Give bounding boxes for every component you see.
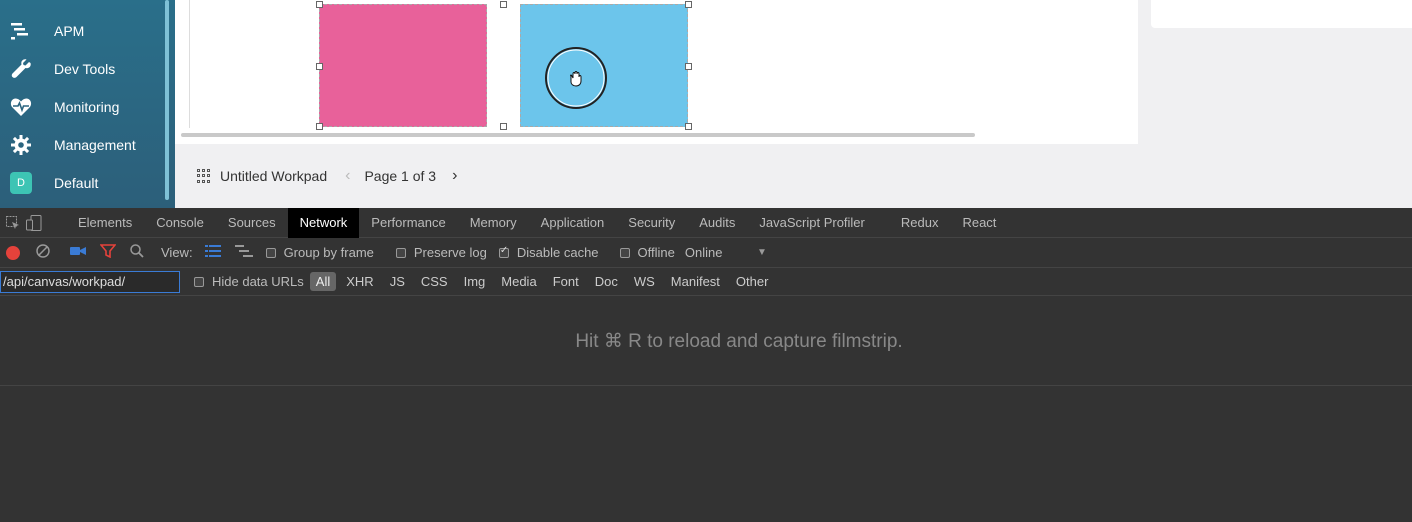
- tab-sources[interactable]: Sources: [216, 208, 288, 238]
- tab-react[interactable]: React: [950, 208, 1008, 238]
- space-avatar-letter: D: [10, 172, 32, 194]
- chevron-down-icon: ▼: [756, 247, 767, 258]
- devtools-panel: Elements Console Sources Network Perform…: [0, 207, 1412, 522]
- checkbox-icon: [619, 247, 630, 258]
- apm-icon: [10, 20, 32, 42]
- offline-checkbox[interactable]: Offline: [619, 245, 675, 260]
- sidebar-panel: [1151, 0, 1412, 28]
- filter-doc[interactable]: Doc: [589, 272, 624, 291]
- record-icon[interactable]: [6, 245, 20, 260]
- resize-handle[interactable]: [500, 123, 507, 130]
- large-rows-icon[interactable]: [204, 245, 221, 260]
- filter-xhr[interactable]: XHR: [340, 272, 379, 291]
- filter-other[interactable]: Other: [730, 272, 775, 291]
- checkbox-checked-icon: [498, 245, 509, 258]
- filter-ws[interactable]: WS: [628, 272, 661, 291]
- offline-label: Offline: [637, 245, 675, 260]
- previous-page-button[interactable]: ‹: [345, 167, 350, 185]
- filter-js[interactable]: JS: [384, 272, 411, 291]
- resize-handle[interactable]: [316, 123, 323, 130]
- filter-font[interactable]: Font: [547, 272, 585, 291]
- sidebar-item-label: Dev Tools: [54, 61, 116, 77]
- filter-img[interactable]: Img: [458, 272, 492, 291]
- tab-redux[interactable]: Redux: [889, 208, 951, 238]
- resize-handle[interactable]: [316, 1, 323, 8]
- filter-manifest[interactable]: Manifest: [665, 272, 726, 291]
- gear-icon: [10, 134, 32, 156]
- sidebar-item-label: Monitoring: [54, 99, 120, 115]
- page-indicator: Page 1 of 3: [364, 168, 437, 184]
- sidebar-item-default-space[interactable]: D Default: [0, 165, 165, 201]
- clear-icon[interactable]: [36, 244, 50, 261]
- tab-javascript-profiler[interactable]: JavaScript Profiler: [747, 208, 876, 238]
- search-icon[interactable]: [130, 244, 144, 261]
- workpad-footer: Untitled Workpad ‹ Page 1 of 3 ›: [175, 144, 1412, 208]
- sidebar: APM Dev Tools Monitoring Management D De…: [0, 0, 175, 208]
- checkbox-icon: [194, 276, 204, 287]
- group-by-frame-checkbox[interactable]: Group by frame: [265, 245, 374, 260]
- disable-cache-label: Disable cache: [516, 245, 599, 260]
- disable-cache-checkbox[interactable]: Disable cache: [498, 245, 599, 260]
- grab-cursor-icon: [545, 47, 607, 109]
- sidebar-item-dev-tools[interactable]: Dev Tools: [0, 51, 165, 87]
- filter-css[interactable]: CSS: [415, 272, 454, 291]
- sidebar-item-label: Management: [54, 137, 136, 153]
- tab-network[interactable]: Network: [287, 207, 360, 238]
- resize-handle[interactable]: [685, 1, 692, 8]
- sidebar-item-label: APM: [54, 23, 85, 39]
- hide-data-urls-label: Hide data URLs: [212, 274, 304, 289]
- filter-icon[interactable]: [99, 244, 117, 261]
- sidebar-scrollbar[interactable]: [165, 0, 169, 200]
- waterfall-icon[interactable]: [234, 245, 253, 260]
- throttling-value: Online: [684, 245, 723, 260]
- heartbeat-icon: [10, 96, 32, 118]
- device-toolbar-icon[interactable]: [26, 208, 56, 238]
- sidebar-item-management[interactable]: Management: [0, 127, 165, 163]
- throttling-select[interactable]: Online ▼: [685, 245, 767, 260]
- filter-media[interactable]: Media: [495, 272, 542, 291]
- sidebar-item-apm[interactable]: APM: [0, 13, 165, 49]
- filmstrip-hint-text: Hit ⌘ R to reload and capture filmstrip.: [575, 330, 903, 352]
- hide-data-urls-checkbox[interactable]: Hide data URLs: [194, 274, 304, 289]
- network-filter-bar: /api/canvas/workpad/ Hide data URLs All …: [0, 268, 1412, 296]
- view-label: View:: [161, 245, 193, 260]
- pink-rectangle[interactable]: [316, 1, 507, 130]
- kibana-app: APM Dev Tools Monitoring Management D De…: [0, 0, 1412, 208]
- tab-memory[interactable]: Memory: [458, 208, 529, 238]
- tab-performance[interactable]: Performance: [359, 208, 457, 238]
- group-by-frame-label: Group by frame: [283, 245, 374, 260]
- network-toolbar: View: Group by frame Preserve log Disabl…: [0, 238, 1412, 268]
- canvas-page[interactable]: [189, 0, 1138, 130]
- checkbox-icon: [265, 247, 276, 258]
- filmstrip-hint: Hit ⌘ R to reload and capture filmstrip.: [0, 297, 1412, 386]
- blue-rectangle[interactable]: [520, 1, 692, 130]
- resource-type-filters: All XHR JS CSS Img Media Font Doc WS Man…: [309, 272, 775, 291]
- preserve-log-label: Preserve log: [413, 245, 487, 260]
- tab-security[interactable]: Security: [616, 208, 687, 238]
- capture-screenshots-icon[interactable]: [70, 245, 86, 260]
- tab-elements[interactable]: Elements: [66, 208, 144, 238]
- space-avatar: D: [10, 172, 32, 194]
- page-grid-icon[interactable]: [197, 169, 211, 183]
- wrench-icon: [10, 58, 32, 80]
- tab-audits[interactable]: Audits: [687, 208, 747, 238]
- resize-handle[interactable]: [500, 1, 507, 8]
- filter-all[interactable]: All: [309, 272, 337, 291]
- filter-input[interactable]: /api/canvas/workpad/: [0, 270, 180, 293]
- resize-handle[interactable]: [685, 123, 692, 130]
- devtools-tab-bar: Elements Console Sources Network Perform…: [0, 207, 1412, 238]
- resize-handle[interactable]: [685, 63, 692, 70]
- tab-console[interactable]: Console: [144, 208, 216, 238]
- next-page-button[interactable]: ›: [452, 167, 457, 185]
- sidebar-item-monitoring[interactable]: Monitoring: [0, 89, 165, 125]
- tab-application[interactable]: Application: [529, 208, 617, 238]
- preserve-log-checkbox[interactable]: Preserve log: [395, 245, 487, 260]
- canvas-horizontal-scrollbar[interactable]: [181, 133, 975, 137]
- sidebar-item-label: Default: [54, 175, 99, 191]
- workpad-title[interactable]: Untitled Workpad: [220, 168, 327, 184]
- resize-handle[interactable]: [316, 63, 323, 70]
- workpad-canvas[interactable]: [175, 0, 1138, 144]
- checkbox-icon: [395, 247, 406, 258]
